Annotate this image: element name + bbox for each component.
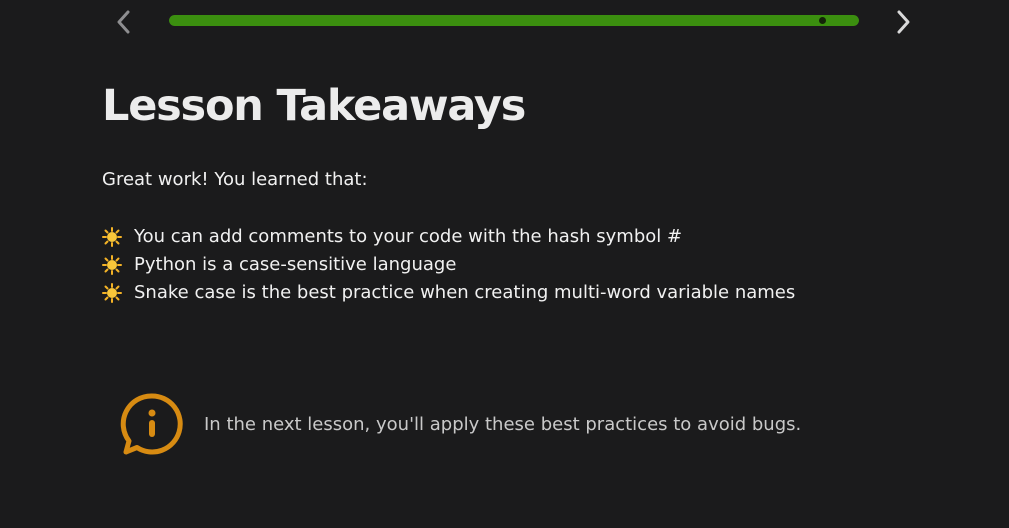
takeaway-item: Snake case is the best practice when cre… <box>102 279 922 307</box>
takeaway-item: Python is a case-sensitive language <box>102 251 922 279</box>
chevron-left-icon <box>117 10 130 34</box>
sun-emoji-icon <box>102 255 122 275</box>
takeaway-item: You can add comments to your code with t… <box>102 223 922 251</box>
progress-fill <box>169 15 859 26</box>
previous-button[interactable] <box>110 8 138 36</box>
sun-emoji-icon <box>102 283 122 303</box>
lesson-topbar <box>0 0 1009 42</box>
progress-marker <box>819 17 826 24</box>
page-title: Lesson Takeaways <box>102 81 526 131</box>
takeaways-list: You can add comments to your code with t… <box>102 223 922 307</box>
next-button[interactable] <box>889 8 917 36</box>
lesson-progress-bar <box>169 15 859 26</box>
next-lesson-callout: In the next lesson, you'll apply these b… <box>120 392 801 456</box>
callout-text: In the next lesson, you'll apply these b… <box>204 413 802 435</box>
sun-emoji-icon <box>102 227 122 247</box>
takeaway-text: Snake case is the best practice when cre… <box>134 282 796 303</box>
takeaway-text: Python is a case-sensitive language <box>134 254 457 275</box>
intro-text: Great work! You learned that: <box>102 169 368 190</box>
info-speech-bubble-icon <box>120 392 184 456</box>
lesson-content: Lesson Takeaways Great work! You learned… <box>102 78 922 307</box>
takeaway-text: You can add comments to your code with t… <box>134 226 683 247</box>
chevron-right-icon <box>897 10 910 34</box>
